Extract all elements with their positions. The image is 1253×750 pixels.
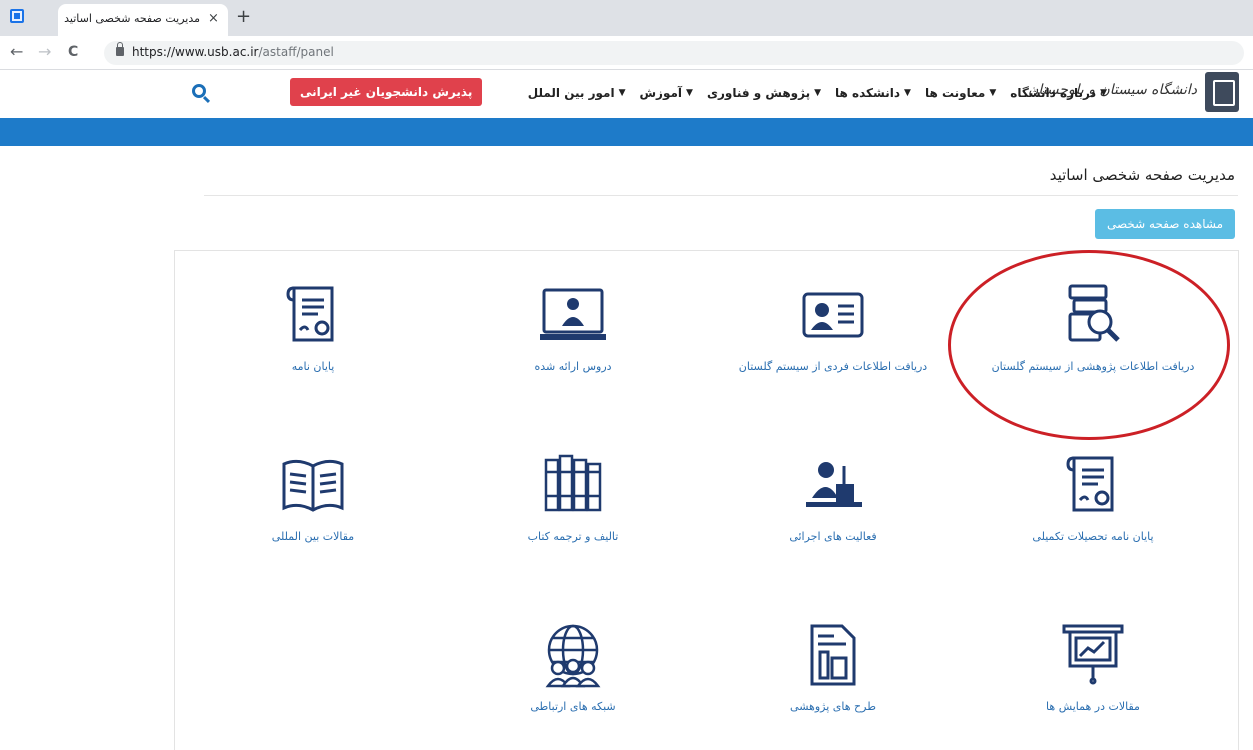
card-label: دریافت اطلاعات فردی از سیستم گلستان	[738, 360, 928, 373]
card-thesis[interactable]: پایان نامه	[188, 280, 438, 410]
browser-tab[interactable]: مدیریت صفحه شخصی اساتید ×	[58, 4, 228, 36]
chevron-down-icon: ▼	[814, 88, 822, 98]
chevron-down-icon: ▼	[1100, 88, 1107, 98]
close-tab-icon[interactable]: ×	[208, 11, 219, 26]
nav-label: درباره دانشگاه	[1010, 86, 1097, 100]
nav-item-education[interactable]: ▼ آموزش	[639, 86, 692, 100]
forward-arrow-icon[interactable]: →	[38, 42, 51, 61]
card-conference-articles[interactable]: مقالات در همایش ها	[968, 620, 1218, 750]
back-arrow-icon[interactable]: ←	[10, 42, 23, 61]
card-label: مقالات بین المللی	[271, 530, 355, 543]
card-label: تالیف و ترجمه کتاب	[527, 530, 619, 543]
card-research-projects[interactable]: طرح های پژوهشی	[708, 620, 958, 750]
card-executive-activities[interactable]: فعالیت های اجرائی	[708, 450, 958, 580]
presentation-board-icon	[1062, 624, 1124, 685]
bookshelf-icon	[544, 454, 602, 512]
view-profile-button[interactable]: مشاهده صفحه شخصی	[1095, 209, 1235, 239]
highlight-ellipse	[948, 250, 1230, 440]
speaker-podium-icon	[806, 462, 862, 507]
divider	[204, 195, 1238, 196]
card-personal-golestan[interactable]: دریافت اطلاعات فردی از سیستم گلستان	[708, 280, 958, 410]
certificate-icon	[1066, 456, 1114, 512]
card-courses[interactable]: دروس ارائه شده	[448, 280, 698, 410]
card-label: پایان نامه تحصیلات تکمیلی	[1032, 530, 1154, 543]
open-book-icon	[282, 459, 344, 512]
chevron-down-icon: ▼	[618, 88, 626, 98]
card-books[interactable]: تالیف و ترجمه کتاب	[448, 450, 698, 580]
project-document-icon	[810, 624, 856, 686]
card-international-articles[interactable]: مقالات بین المللی	[188, 450, 438, 580]
foreign-students-button[interactable]: پذیرش دانشجویان غیر ایرانی	[290, 78, 483, 106]
url-host: https://www.usb.ac.ir	[132, 45, 259, 59]
nav-item-international[interactable]: ▼ امور بین الملل	[528, 86, 626, 100]
browser-tab-bar: مدیریت صفحه شخصی اساتید × +	[0, 0, 1253, 36]
global-network-icon	[545, 624, 601, 688]
address-bar: ← → C https://www.usb.ac.ir/astaff/panel	[0, 36, 1253, 70]
card-graduate-thesis[interactable]: پایان نامه تحصیلات تکمیلی	[968, 450, 1218, 580]
card-label: مقالات در همایش ها	[1046, 700, 1140, 713]
card-label: دروس ارائه شده	[534, 360, 612, 373]
nav-item-deputies[interactable]: ▼ معاونت ها	[925, 86, 996, 100]
chevron-down-icon: ▼	[686, 88, 693, 98]
url-field[interactable]: https://www.usb.ac.ir/astaff/panel	[104, 41, 1244, 65]
tab-title: مدیریت صفحه شخصی اساتید	[64, 12, 200, 25]
nav-label: پژوهش و فناوری	[706, 86, 811, 100]
card-label: پایان نامه	[291, 360, 335, 373]
url-path: /astaff/panel	[258, 45, 334, 59]
url-text: https://www.usb.ac.ir/astaff/panel	[132, 45, 334, 59]
header-accent-strip	[0, 118, 1253, 146]
app-icon[interactable]	[10, 9, 24, 23]
nav-label: معاونت ها	[924, 86, 986, 100]
nav-item-about[interactable]: ▼ درباره دانشگاه	[1010, 86, 1107, 100]
card-label: شبکه های ارتباطی	[530, 700, 616, 713]
chevron-down-icon: ▼	[989, 88, 997, 98]
new-tab-icon[interactable]: +	[236, 6, 251, 27]
nav-item-research[interactable]: ▼ پژوهش و فناوری	[707, 86, 821, 100]
card-label: فعالیت های اجرائی	[789, 530, 877, 543]
page-title: مدیریت صفحه شخصی اساتید	[1049, 166, 1235, 184]
chevron-down-icon: ▼	[904, 88, 911, 98]
online-teacher-icon	[540, 288, 606, 340]
site-header: دانشگاه سیستان و بلوچستان ▼ درباره دانشگا…	[0, 70, 1253, 118]
lock-icon[interactable]	[116, 42, 124, 56]
certificate-icon	[286, 286, 334, 342]
university-logo-icon[interactable]	[1205, 72, 1239, 112]
reload-icon[interactable]: C	[68, 44, 78, 60]
nav-item-faculties[interactable]: ▼ دانشکده ها	[835, 86, 911, 100]
main-nav: ▼ درباره دانشگاه ▼ معاونت ها ▼ دانشکده ها ▼…	[528, 86, 1107, 100]
nav-label: دانشکده ها	[835, 86, 901, 100]
search-icon[interactable]	[192, 84, 206, 98]
id-card-icon	[802, 292, 864, 338]
nav-label: آموزش	[639, 86, 683, 100]
card-label: طرح های پژوهشی	[790, 700, 876, 713]
nav-label: امور بین الملل	[527, 86, 615, 100]
card-networks[interactable]: شبکه های ارتباطی	[448, 620, 698, 750]
